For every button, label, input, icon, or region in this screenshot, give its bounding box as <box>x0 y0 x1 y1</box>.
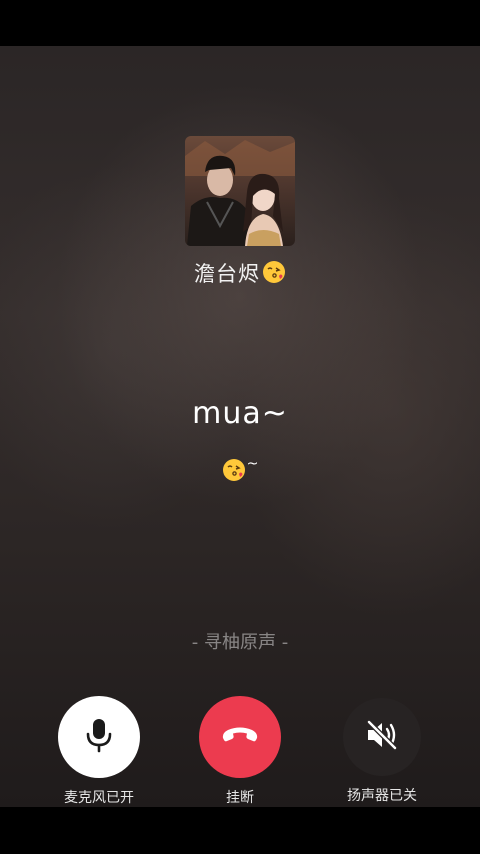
call-controls: 麦克风已开 挂断 扬声器已关 <box>0 696 480 807</box>
hangup-button[interactable] <box>199 696 281 778</box>
microphone-label: 麦克风已开 <box>64 790 134 806</box>
contact-name-row: 澹台烬 <box>0 258 480 289</box>
microphone-button[interactable] <box>58 696 140 778</box>
phone-hangup-icon <box>220 725 260 749</box>
lyric-line-main: mua~ <box>192 396 288 431</box>
letterbox-top <box>0 0 480 46</box>
speaker-button[interactable] <box>343 698 421 776</box>
kissing-face-emoji-icon <box>222 459 246 481</box>
speaker-label: 扬声器已关 <box>347 788 417 804</box>
contact-name: 澹台烬 <box>194 262 260 286</box>
contact-avatar <box>185 136 295 246</box>
voice-call-screen: 澹台烬 mua~ ~ - 寻柚原声 - 麦克风已开 挂断 扬声器已关 <box>0 46 480 807</box>
speaker-muted-icon <box>364 719 400 755</box>
kissing-face-emoji-icon <box>262 260 286 289</box>
song-source-label: - 寻柚原声 - <box>191 632 289 653</box>
hangup-control[interactable]: 挂断 <box>185 696 295 807</box>
hangup-label: 挂断 <box>226 790 254 806</box>
microphone-icon <box>84 717 114 757</box>
microphone-toggle[interactable]: 麦克风已开 <box>44 696 154 807</box>
lyric-tilde: ~ <box>246 456 259 472</box>
speaker-toggle[interactable]: 扬声器已关 <box>327 696 437 805</box>
lyric-line-sub: ~ <box>0 456 480 482</box>
letterbox-bottom <box>0 807 480 854</box>
